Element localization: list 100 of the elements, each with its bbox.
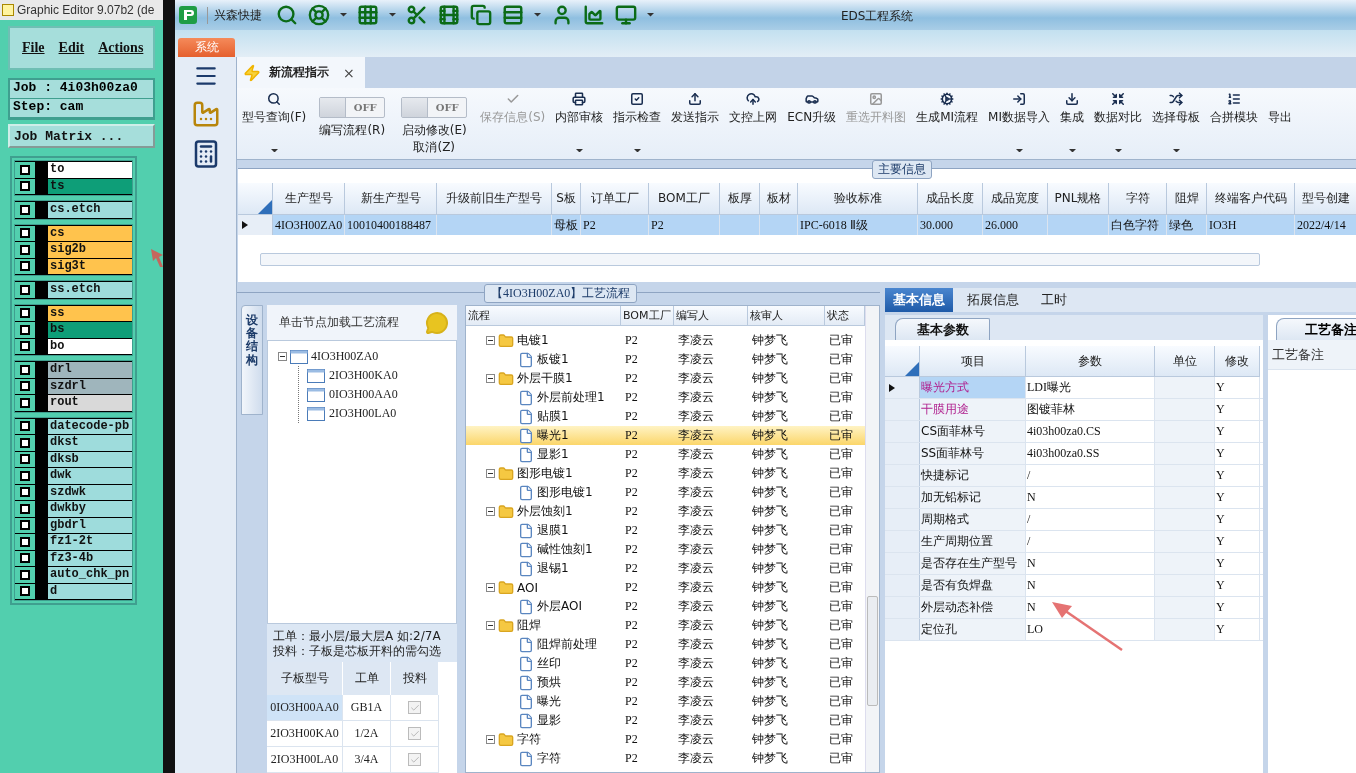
column-header[interactable]: 子板型号 — [267, 662, 343, 695]
flow-row[interactable]: 外层干膜1 P2 李凌云 钟梦飞 已审 — [466, 369, 865, 388]
flow-row[interactable]: 图形电镀1 P2 李凌云 钟梦飞 已审 — [466, 464, 865, 483]
column-header[interactable]: 阻焊 — [1167, 183, 1207, 215]
checkbox[interactable] — [20, 244, 30, 255]
layer-name[interactable]: szdwk — [48, 484, 132, 500]
column-header[interactable]: 参数 — [1026, 346, 1155, 377]
checkbox[interactable] — [20, 324, 30, 335]
collapse-icon[interactable] — [486, 621, 495, 630]
area-chart-icon[interactable] — [583, 4, 605, 26]
grid-icon[interactable] — [357, 4, 379, 26]
checkbox[interactable] — [20, 397, 30, 408]
ribbon-button[interactable]: 生成MI流程 — [911, 88, 984, 126]
column-header[interactable]: 板材 — [760, 183, 798, 215]
table-cell[interactable]: SS面菲林号 — [920, 443, 1026, 464]
ribbon-button[interactable]: 指示检查 — [608, 88, 667, 155]
column-header[interactable]: 投料 — [391, 662, 439, 695]
table-cell[interactable]: 0IO3H00AA0 — [267, 695, 343, 721]
column-header[interactable]: 修改 — [1215, 346, 1260, 377]
layer-name[interactable]: bo — [48, 338, 132, 354]
document-tab[interactable]: 新流程指示 × — [237, 57, 365, 88]
rows-icon[interactable] — [502, 4, 524, 26]
column-header[interactable]: BOM工厂 — [649, 183, 720, 215]
layer-name[interactable]: ss — [48, 305, 132, 321]
checkbox[interactable] — [20, 569, 30, 580]
flow-row[interactable]: 贴膜1 P2 李凌云 钟梦飞 已审 — [466, 407, 865, 426]
scissors-icon[interactable] — [406, 4, 428, 26]
column-header[interactable]: 订单工厂 — [581, 183, 649, 215]
column-header[interactable]: 终端客户代码 — [1207, 183, 1295, 215]
layer-name[interactable]: fz1-2t — [48, 534, 132, 550]
checkbox[interactable] — [20, 228, 30, 239]
flow-row[interactable]: 显影1 P2 李凌云 钟梦飞 已审 — [466, 445, 865, 464]
menu-item[interactable]: File — [22, 40, 45, 56]
flow-row[interactable]: 板镀1 P2 李凌云 钟梦飞 已审 — [466, 350, 865, 369]
flow-row[interactable]: 碱性蚀刻1 P2 李凌云 钟梦飞 已审 — [466, 540, 865, 559]
column-header[interactable]: 升级前旧生产型号 — [437, 183, 552, 215]
table-cell[interactable]: 周期格式 — [920, 509, 1026, 530]
layer-name[interactable]: sig2b — [48, 242, 132, 258]
checkbox[interactable] — [20, 204, 30, 215]
layer-name[interactable]: datecode-pb — [48, 418, 132, 434]
flow-row[interactable]: 退锡1 P2 李凌云 钟梦飞 已审 — [466, 559, 865, 578]
flow-row[interactable]: 图形电镀1 P2 李凌云 钟梦飞 已审 — [466, 483, 865, 502]
column-header[interactable]: S板 — [552, 183, 581, 215]
lifebuoy-icon[interactable] — [308, 4, 330, 26]
ribbon-button[interactable]: MI数据导入 — [983, 88, 1055, 155]
ribbon-button[interactable]: 合拼模块 — [1205, 88, 1263, 126]
flow-row[interactable]: 退膜1 P2 李凌云 钟梦飞 已审 — [466, 521, 865, 540]
column-header[interactable]: 生产型号 — [273, 183, 345, 215]
layer-name[interactable]: sig3t — [48, 258, 132, 274]
tab[interactable]: 工时 — [1033, 288, 1075, 312]
table-cell[interactable]: 2IO3H00KA0 — [267, 721, 343, 747]
tab[interactable]: 基本信息 — [885, 288, 953, 312]
ribbon-button[interactable]: ECN升级 — [782, 88, 842, 126]
layer-name[interactable]: dwk — [48, 468, 132, 484]
flow-row[interactable]: 电镀1 P2 李凌云 钟梦飞 已审 — [466, 331, 865, 350]
ribbon-button[interactable]: 内部审核 — [550, 88, 609, 155]
table-cell[interactable]: 是否存在生产型号 — [920, 553, 1026, 574]
table-cell[interactable]: 是否有负焊盘 — [920, 575, 1026, 596]
flow-row[interactable]: AOI P2 李凌云 钟梦飞 已审 — [466, 578, 865, 597]
column-header[interactable]: 编写人 — [674, 306, 748, 325]
user-icon[interactable] — [551, 4, 573, 26]
table-cell[interactable]: 干膜用途 — [920, 399, 1026, 420]
checkbox[interactable] — [20, 284, 30, 295]
job-matrix-button[interactable]: Job Matrix ... — [8, 124, 155, 148]
tree-node[interactable]: 0IO3H00AA0 — [329, 387, 398, 403]
layer-name[interactable]: fz3-4b — [48, 550, 132, 566]
column-header[interactable]: 验收标准 — [798, 183, 918, 215]
collapse-icon[interactable] — [486, 735, 495, 744]
row-header[interactable] — [885, 377, 920, 398]
layer-name[interactable]: szdrl — [48, 378, 132, 394]
layer-name[interactable]: dkst — [48, 435, 132, 451]
checkbox[interactable] — [20, 421, 30, 432]
flow-row[interactable]: 外层AOI P2 李凌云 钟梦飞 已审 — [466, 597, 865, 616]
layer-name[interactable]: drl — [48, 362, 132, 378]
collapse-icon[interactable] — [486, 507, 495, 516]
layer-name[interactable]: dwkby — [48, 501, 132, 517]
column-header[interactable]: 板厚 — [720, 183, 760, 215]
checkbox[interactable] — [20, 586, 30, 597]
ribbon-button[interactable]: 选择母板 — [1147, 88, 1205, 155]
checkbox[interactable] — [20, 520, 30, 531]
flow-row[interactable]: 外层前处理1 P2 李凌云 钟梦飞 已审 — [466, 388, 865, 407]
column-header[interactable]: 成品宽度 — [983, 183, 1048, 215]
column-header[interactable]: 核审人 — [748, 306, 825, 325]
layer-name[interactable]: gbdrl — [48, 517, 132, 533]
column-header[interactable]: 型号创建 — [1295, 183, 1356, 215]
side-tab[interactable]: 设备结构 — [241, 305, 263, 415]
collapse-icon[interactable] — [486, 583, 495, 592]
column-header[interactable]: PNL规格 — [1048, 183, 1109, 215]
layer-name[interactable]: rout — [48, 395, 132, 411]
table-cell[interactable]: 生产周期位置 — [920, 531, 1026, 552]
layer-name[interactable]: ts — [48, 178, 132, 194]
checkbox[interactable] — [408, 701, 421, 714]
flow-row[interactable]: 丝印 P2 李凌云 钟梦飞 已审 — [466, 654, 865, 673]
column-header[interactable]: 单位 — [1155, 346, 1215, 377]
flow-row[interactable]: 曝光1 P2 李凌云 钟梦飞 已审 — [466, 426, 865, 445]
flow-row[interactable]: 阻焊 P2 李凌云 钟梦飞 已审 — [466, 616, 865, 635]
checkbox[interactable] — [20, 308, 30, 319]
row-header[interactable] — [238, 215, 273, 235]
copy-icon[interactable] — [470, 4, 492, 26]
layer-name[interactable]: bs — [48, 322, 132, 338]
